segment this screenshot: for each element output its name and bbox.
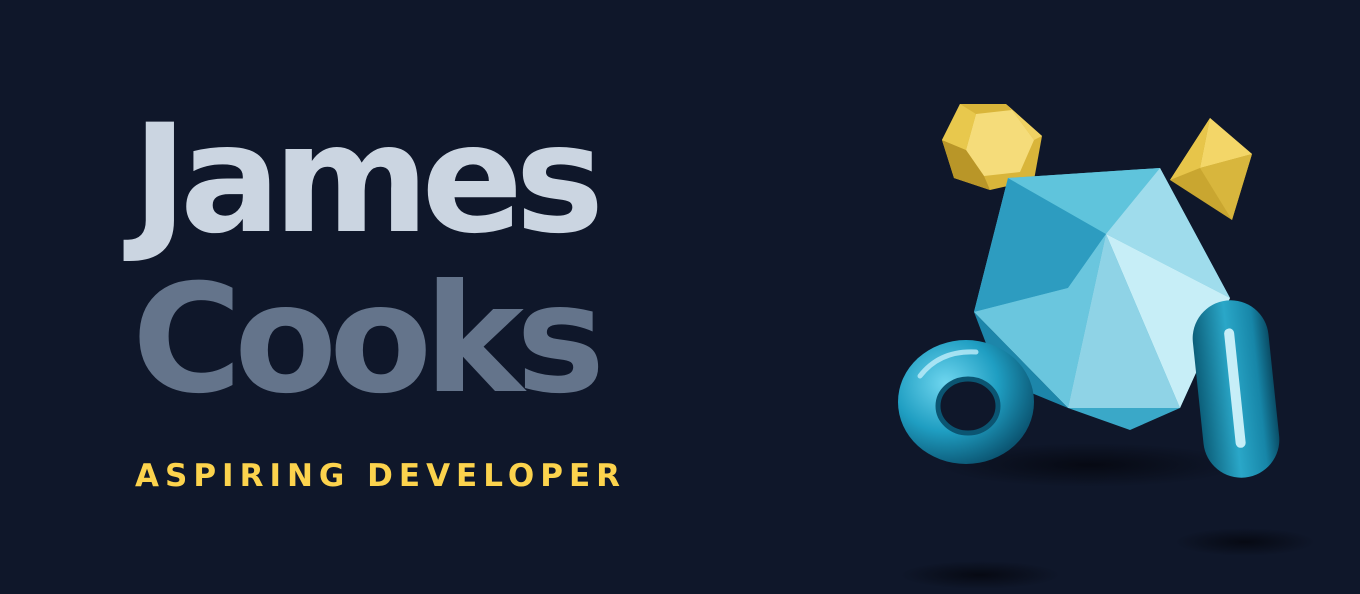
shapes-illustration <box>898 104 1315 589</box>
hero-name: James Cooks <box>132 100 732 420</box>
tagline: ASPIRING DEVELOPER <box>135 458 627 494</box>
gold-octahedron <box>1170 118 1252 220</box>
hero-section: James Cooks ASPIRING DEVELOPER <box>0 0 1360 594</box>
hero-illustration <box>880 80 1350 594</box>
shadow-right <box>1175 528 1315 556</box>
first-name-heading: James <box>132 93 604 267</box>
last-name-heading: Cooks <box>132 253 605 427</box>
shadow-bottom <box>900 561 1060 589</box>
blue-torus <box>898 340 1034 464</box>
